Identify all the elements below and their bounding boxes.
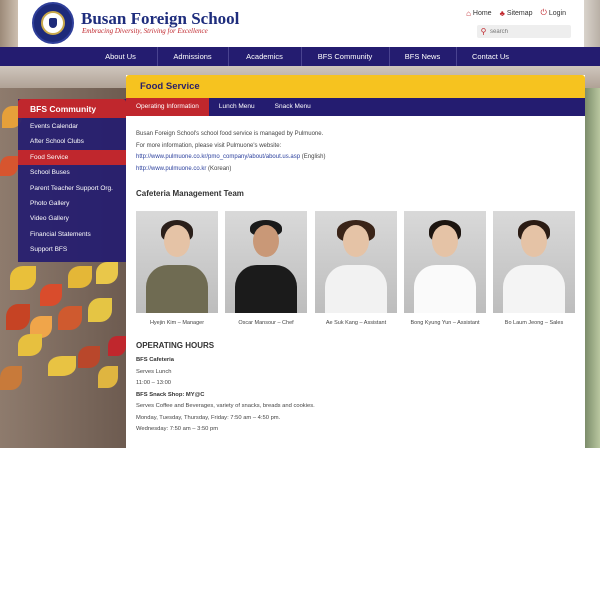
intro-text: Busan Foreign School's school food servi…: [136, 129, 576, 175]
hours-heading: OPERATING HOURS: [136, 341, 215, 350]
page-title: Food Service: [140, 81, 200, 92]
snack-line-3: Wednesday: 7:50 am – 3:50 pm: [136, 426, 219, 432]
member-photo: [315, 211, 397, 313]
tab-operating-information[interactable]: Operating Information: [126, 98, 209, 116]
team-gallery: Hyejin Kim – Manager Oscar Mansour – Che…: [136, 211, 577, 331]
content-panel: Food Service Operating Information Lunch…: [126, 75, 585, 448]
team-member: Ae Suk Kang – Assistant: [315, 211, 397, 326]
header-edge-left: [0, 0, 18, 47]
header-edge-right: [584, 0, 600, 47]
nav-academics[interactable]: Academics: [229, 47, 302, 66]
team-member: Bong Kyung Yun – Assistant: [404, 211, 486, 326]
sidebar-item-food-service[interactable]: Food Service: [18, 149, 126, 166]
sidebar-item-photo-gallery[interactable]: Photo Gallery: [18, 196, 126, 211]
nav-bfs-news[interactable]: BFS News: [390, 47, 457, 66]
school-tagline: Embracing Diversity, Striving for Excell…: [82, 27, 208, 35]
sidebar: BFS Community Events Calendar After Scho…: [18, 99, 126, 262]
intro-line-1: Busan Foreign School's school food servi…: [136, 131, 324, 137]
pulmuone-korean-link[interactable]: http://www.pulmuone.co.kr: [136, 166, 206, 172]
school-name[interactable]: Busan Foreign School: [81, 9, 239, 29]
page-title-bar: Food Service: [126, 75, 585, 98]
nav-about-us[interactable]: About Us: [85, 47, 158, 66]
member-photo: [136, 211, 218, 313]
member-caption: Bo Laum Jeong – Sales: [504, 320, 564, 326]
team-heading: Cafeteria Management Team: [136, 189, 244, 198]
site-header: Busan Foreign School Embracing Diversity…: [0, 0, 600, 47]
cafeteria-line-1: Serves Lunch: [136, 368, 172, 375]
sitemap-link[interactable]: ♣ Sitemap: [500, 8, 533, 18]
main-nav: About Us Admissions Academics BFS Commun…: [0, 47, 600, 66]
team-member: Oscar Mansour – Chef: [225, 211, 307, 326]
search-icon[interactable]: ⚲: [477, 27, 490, 36]
snack-shop-title: BFS Snack Shop: MY@C: [136, 391, 205, 398]
sidebar-item-events-calendar[interactable]: Events Calendar: [18, 119, 126, 134]
sidebar-header: BFS Community: [18, 99, 126, 118]
snack-line-1: Serves Coffee and Beverages, variety of …: [136, 403, 315, 409]
hours-text: BFS Cafeteria Serves Lunch 11:00 – 13:00…: [136, 355, 576, 436]
login-label: Login: [548, 9, 566, 17]
power-icon: ⏻: [540, 8, 547, 17]
member-caption: Ae Suk Kang – Assistant: [325, 320, 387, 326]
sidebar-item-video-gallery[interactable]: Video Gallery: [18, 211, 126, 226]
login-link[interactable]: ⏻ Login: [541, 8, 566, 18]
home-icon: ⌂: [466, 8, 471, 18]
cafeteria-line-2: 11:00 – 13:00: [136, 380, 172, 386]
pulmuone-english-link[interactable]: http://www.pulmuone.co.kr/pmo_company/ab…: [136, 154, 300, 160]
tab-snack-menu[interactable]: Snack Menu: [265, 98, 321, 116]
search-input[interactable]: [490, 28, 568, 35]
sidebar-list: Events Calendar After School Clubs Food …: [18, 119, 126, 258]
link-line-2: http://www.pulmuone.co.kr (Korean): [136, 164, 576, 176]
team-member: Hyejin Kim – Manager: [136, 211, 218, 326]
team-member: Bo Laum Jeong – Sales: [493, 211, 575, 326]
link-1-suffix: (English): [300, 154, 326, 160]
sitemap-icon: ♣: [499, 8, 505, 18]
school-logo-seal[interactable]: [32, 2, 74, 44]
nav-contact-us[interactable]: Contact Us: [457, 47, 525, 66]
member-photo: [493, 211, 575, 313]
sidebar-item-financial-statements[interactable]: Financial Statements: [18, 227, 126, 242]
sidebar-item-support-bfs[interactable]: Support BFS: [18, 242, 126, 257]
intro-line-2: For more information, please visit Pulmu…: [136, 142, 282, 149]
nav-admissions[interactable]: Admissions: [158, 47, 229, 66]
sitemap-label: Sitemap: [506, 9, 533, 17]
cafeteria-title: BFS Cafeteria: [136, 357, 175, 363]
sidebar-item-after-school-clubs[interactable]: After School Clubs: [18, 134, 126, 149]
nav-bfs-community[interactable]: BFS Community: [302, 47, 390, 66]
sidebar-title: BFS Community: [30, 104, 97, 114]
search-box: ⚲: [477, 25, 571, 38]
tab-lunch-menu[interactable]: Lunch Menu: [209, 98, 265, 116]
sub-tabs: Operating Information Lunch Menu Snack M…: [126, 98, 585, 116]
member-caption: Hyejin Kim – Manager: [149, 320, 205, 326]
link-line-1: http://www.pulmuone.co.kr/pmo_company/ab…: [136, 152, 576, 164]
member-photo: [404, 211, 486, 313]
top-links: ⌂ Home ♣ Sitemap ⏻ Login: [466, 8, 566, 18]
member-caption: Oscar Mansour – Chef: [238, 320, 294, 326]
link-2-suffix: (Korean): [206, 165, 232, 172]
snack-line-2: Monday, Tuesday, Thursday, Friday: 7:50 …: [136, 414, 281, 421]
sidebar-item-school-buses[interactable]: School Buses: [18, 165, 126, 180]
home-label: Home: [472, 9, 492, 17]
member-caption: Bong Kyung Yun – Assistant: [410, 320, 480, 326]
member-photo: [225, 211, 307, 313]
sidebar-item-parent-teacher-support[interactable]: Parent Teacher Support Org.: [18, 181, 126, 196]
home-link[interactable]: ⌂ Home: [466, 8, 492, 18]
